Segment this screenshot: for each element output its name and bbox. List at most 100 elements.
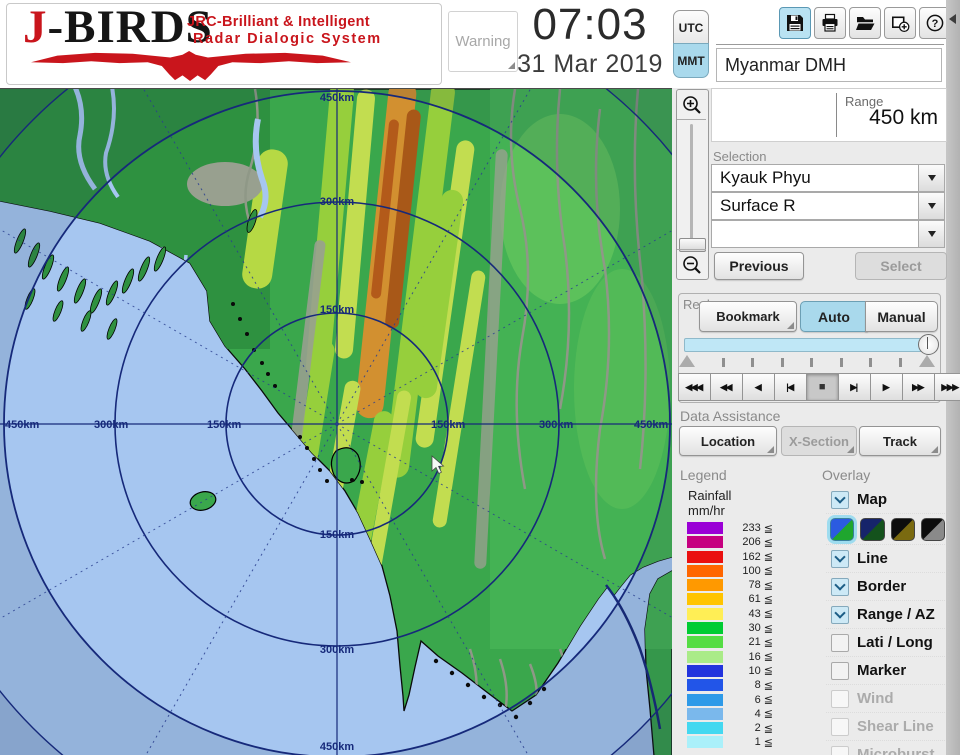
site-dropdown-button[interactable] (918, 165, 944, 191)
radar-map-canvas[interactable]: 450km300km150km150km300km450km450km300km… (0, 89, 672, 755)
checkbox[interactable] (831, 606, 849, 624)
checkbox[interactable] (831, 578, 849, 596)
overlay-list: Map Line Border Range / AZ Lati / Long M… (826, 486, 945, 755)
clock-time: 07:03 (505, 0, 675, 50)
checkbox[interactable] (831, 550, 849, 568)
legend-label: Legend (680, 467, 727, 483)
legend-color-swatch (687, 522, 723, 534)
timeline-thumb[interactable] (918, 334, 939, 355)
x-section-button[interactable]: X-Section (781, 426, 857, 456)
option-dropdown[interactable] (711, 220, 945, 248)
zoom-slider-track[interactable] (690, 124, 693, 242)
overlay-item-map[interactable]: Map (826, 486, 945, 513)
checkbox[interactable] (831, 491, 849, 509)
svg-text:?: ? (932, 18, 939, 30)
legend-le-symbol: ≦ (764, 664, 773, 677)
legend-value: 43 (723, 608, 761, 620)
legend-color-swatch (687, 665, 723, 677)
product-dropdown-button[interactable] (918, 193, 944, 219)
site-dropdown[interactable]: Kyauk Phyu (711, 164, 945, 192)
map-style-picker (826, 513, 945, 544)
auto-button[interactable]: Auto (800, 301, 868, 332)
option-dropdown-button[interactable] (918, 221, 944, 247)
timeline-start-marker[interactable] (679, 355, 695, 367)
overlay-item-lati-long[interactable]: Lati / Long (826, 628, 945, 656)
legend-row: 2 ≦ (687, 722, 773, 734)
floppy-icon (785, 13, 805, 33)
manual-button[interactable]: Manual (865, 301, 938, 332)
legend-le-symbol: ≦ (764, 722, 773, 735)
playback-button-6[interactable]: ▶ (870, 373, 903, 401)
bookmark-button[interactable]: Bookmark (699, 301, 797, 332)
legend-color-swatch (687, 593, 723, 605)
select-button[interactable]: Select (855, 252, 947, 280)
playback-button-5[interactable]: ▶| (838, 373, 871, 401)
print-button[interactable] (814, 7, 846, 39)
legend-color-swatch (687, 551, 723, 563)
location-button[interactable]: Location (679, 426, 777, 456)
playback-button-7[interactable]: ▶▶ (902, 373, 935, 401)
overlay-item-border[interactable]: Border (826, 572, 945, 600)
playback-button-8[interactable]: ▶▶▶ (934, 373, 960, 401)
playback-button-1[interactable]: ◀◀ (710, 373, 743, 401)
checkbox (831, 690, 849, 708)
legend-value: 4 (723, 708, 761, 720)
overlay-item-label: Wind (857, 690, 894, 707)
checkbox[interactable] (831, 662, 849, 680)
app-logo: J-BIRDS JRC-Brilliant & Intelligent Rada… (6, 3, 442, 85)
overlay-item-microburst: Microburst (826, 740, 945, 755)
map-style-swatch[interactable] (830, 518, 854, 541)
checkbox[interactable] (831, 634, 849, 652)
map-zoom-control (676, 89, 709, 280)
timeline-tick (751, 358, 754, 367)
map-style-swatch[interactable] (891, 518, 915, 541)
warning-label: Warning (455, 33, 510, 50)
playback-button-2[interactable]: ◀ (742, 373, 775, 401)
radar-map[interactable]: 450km300km150km150km300km450km450km300km… (0, 88, 672, 755)
legend-row: 10 ≦ (687, 665, 773, 677)
track-button[interactable]: Track (859, 426, 941, 456)
ring-distance-label: 450km (320, 92, 354, 104)
legend-color-swatch (687, 736, 723, 748)
overlay-item-marker[interactable]: Marker (826, 656, 945, 684)
ring-distance-label: 450km (5, 419, 39, 431)
timeline-tick (840, 358, 843, 367)
utc-button[interactable]: UTC (673, 10, 709, 45)
previous-button[interactable]: Previous (714, 252, 804, 280)
legend-row: 206 ≦ (687, 536, 773, 548)
clock-date: 31 Mar 2019 (505, 50, 675, 79)
playback-button-4[interactable]: ■ (806, 373, 839, 401)
playback-controls: ◀◀◀◀◀◀|◀■▶|▶▶▶▶▶▶ (679, 373, 960, 401)
map-style-swatch[interactable] (860, 518, 884, 541)
station-name-field[interactable]: Myanmar DMH (716, 48, 942, 82)
overlay-item-label: Border (857, 578, 906, 595)
legend-color-swatch (687, 622, 723, 634)
playback-button-0[interactable]: ◀◀◀ (678, 373, 711, 401)
open-button[interactable] (849, 7, 881, 39)
replay-timeline-slider[interactable] (684, 338, 936, 352)
legend-le-symbol: ≦ (764, 707, 773, 720)
toolbar: ? (779, 7, 951, 39)
save-button[interactable] (779, 7, 811, 39)
zoom-out-button[interactable] (677, 249, 706, 279)
timeline-end-marker[interactable] (919, 355, 935, 367)
legend-color-swatch (687, 565, 723, 577)
mmt-button[interactable]: MMT (673, 43, 709, 78)
timeline-tick (899, 358, 902, 367)
product-dropdown[interactable]: Surface R (711, 192, 945, 220)
clock: 07:03 31 Mar 2019 (505, 0, 675, 79)
overlay-item-line[interactable]: Line (826, 544, 945, 572)
legend-color-swatch (687, 651, 723, 663)
export-button[interactable] (884, 7, 916, 39)
map-style-swatch[interactable] (921, 518, 945, 541)
overlay-item-range-az[interactable]: Range / AZ (826, 600, 945, 628)
zoom-in-button[interactable] (677, 90, 706, 120)
legend-value: 16 (723, 651, 761, 663)
legend-row: 233 ≦ (687, 522, 773, 534)
collapse-arrow-icon[interactable] (949, 14, 956, 24)
legend-value: 61 (723, 593, 761, 605)
legend-row: 21 ≦ (687, 636, 773, 648)
playback-button-3[interactable]: |◀ (774, 373, 807, 401)
legend-value: 78 (723, 579, 761, 591)
legend-value: 2 (723, 722, 761, 734)
